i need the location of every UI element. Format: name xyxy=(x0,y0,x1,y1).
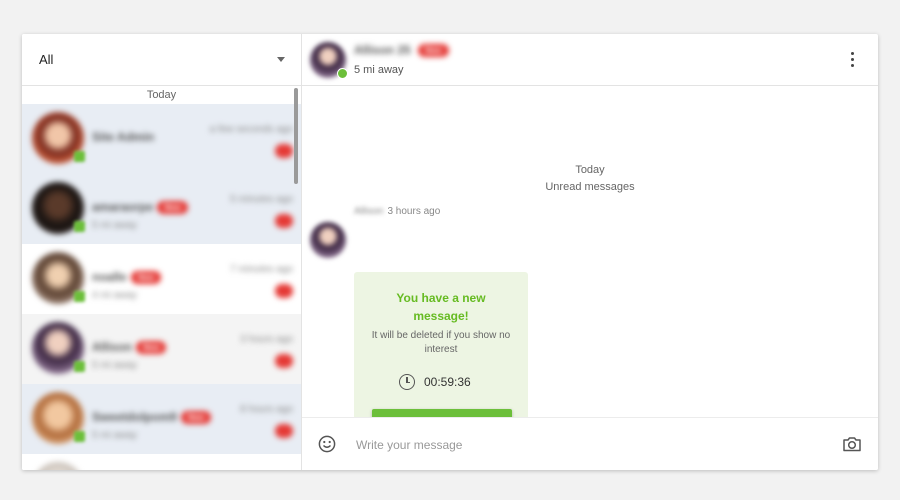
conversation-sidebar: All Today Site Admin a few seconds ago ama… xyxy=(22,34,302,470)
filter-selected-value: All xyxy=(39,52,54,67)
conversation-distance: 5 mi away xyxy=(92,220,138,231)
conversation-name: Allison New xyxy=(92,340,167,355)
locked-message-warning: It will be deleted if you show no intere… xyxy=(354,329,528,357)
contact-age: 25 xyxy=(397,43,411,57)
emoji-icon[interactable] xyxy=(318,435,336,453)
new-badge: New xyxy=(136,341,167,355)
unread-count-badge xyxy=(275,144,293,158)
conversation-time: 7 minutes ago xyxy=(230,264,293,275)
conversation-avatar xyxy=(32,112,85,164)
more-options-icon[interactable] xyxy=(842,50,862,70)
conversation-distance: 5 mi away xyxy=(92,430,138,441)
sidebar-scrollbar[interactable] xyxy=(294,88,298,184)
conversation-item[interactable]: Sweetdolpom9 New 5 mi away 8 hours ago xyxy=(22,384,301,454)
message-composer xyxy=(302,417,878,470)
locked-message-warning-text: It will be deleted if you show no intere… xyxy=(371,330,511,355)
conversation-name: Site Admin xyxy=(92,130,154,144)
camera-icon[interactable] xyxy=(842,435,862,453)
new-badge: New xyxy=(180,411,212,425)
conversation-filter-dropdown[interactable]: All xyxy=(22,34,301,86)
online-status-icon xyxy=(74,221,85,232)
conversation-name-text: Site Admin xyxy=(92,130,155,144)
online-status-icon xyxy=(74,361,85,372)
locked-message-title-text: You have a new message! xyxy=(396,291,486,323)
conversation-name: amaraorpe New xyxy=(92,200,188,215)
conversation-name: noalle New xyxy=(92,270,162,285)
clock-icon xyxy=(399,374,415,390)
unread-count-badge xyxy=(275,284,293,298)
locked-message-title: You have a new message! xyxy=(354,289,528,325)
conversation-time: 5 minutes ago xyxy=(230,194,293,205)
conversation-name-text: Sweetdolpom9 xyxy=(92,410,177,424)
countdown-timer: 00:59:36 xyxy=(399,373,471,391)
conversation-time: 8 hours ago xyxy=(240,404,293,415)
conversation-avatar xyxy=(32,462,84,470)
conversation-list: Site Admin a few seconds ago amaraorpe New 5… xyxy=(22,104,301,470)
sender-avatar[interactable] xyxy=(310,222,346,258)
message-input[interactable] xyxy=(354,434,798,456)
conversation-time: a few seconds ago xyxy=(209,124,293,135)
online-status-icon xyxy=(74,291,85,302)
contact-distance: 5 mi away xyxy=(354,64,404,76)
conversation-time: 3 hours ago xyxy=(240,334,293,345)
sidebar-day-separator: Today xyxy=(146,89,177,101)
chevron-down-icon xyxy=(277,57,285,62)
conversation-avatar xyxy=(32,392,85,444)
conversation-item[interactable] xyxy=(22,454,301,470)
conversation-item[interactable]: Allison New 5 mi away 3 hours ago xyxy=(22,314,301,384)
thread-day-label: Today xyxy=(575,164,605,176)
countdown-value: 00:59:36 xyxy=(424,375,471,389)
new-badge: New xyxy=(130,271,162,285)
conversation-avatar xyxy=(32,322,85,374)
conversation-distance: 4 mi away xyxy=(92,290,138,301)
conversation-name-text: noalle xyxy=(92,270,127,284)
unread-count-badge xyxy=(275,354,293,368)
contact-name[interactable]: Allison 25 New xyxy=(354,43,449,58)
chat-panel: Allison 25 New 5 mi away Today Unread me… xyxy=(302,34,878,470)
conversation-item[interactable]: noalle New 4 mi away 7 minutes ago xyxy=(22,244,301,314)
conversation-item[interactable]: Site Admin a few seconds ago xyxy=(22,104,301,174)
avatar-photo xyxy=(32,462,84,470)
contact-name-text: Allison xyxy=(354,43,395,57)
contact-avatar[interactable] xyxy=(310,42,348,79)
online-status-icon xyxy=(74,151,85,162)
conversation-avatar xyxy=(32,182,85,234)
online-status-icon xyxy=(337,68,348,79)
conversation-avatar xyxy=(32,252,85,304)
conversation-name-text: amaraorpe xyxy=(92,200,154,214)
conversation-name: Sweetdolpom9 New xyxy=(92,410,212,425)
conversation-item[interactable]: amaraorpe New 5 mi away 5 minutes ago xyxy=(22,174,301,244)
conversation-distance: 5 mi away xyxy=(92,360,138,371)
chat-header: Allison 25 New 5 mi away xyxy=(302,34,878,86)
unread-count-badge xyxy=(275,214,293,228)
new-badge: New xyxy=(418,44,449,58)
message-meta: Allison 3 hours ago xyxy=(354,206,440,217)
new-badge: New xyxy=(157,201,188,215)
message-time: 3 hours ago xyxy=(387,206,441,217)
unread-messages-divider: Unread messages xyxy=(545,181,635,193)
message-sender: Allison xyxy=(354,206,384,217)
message-thread: Today Unread messages Allison 3 hours ago… xyxy=(302,86,878,460)
online-status-icon xyxy=(74,431,85,442)
unread-count-badge xyxy=(275,424,293,438)
messenger-window: All Today Site Admin a few seconds ago ama… xyxy=(22,34,878,470)
conversation-name-text: Allison xyxy=(92,340,133,354)
